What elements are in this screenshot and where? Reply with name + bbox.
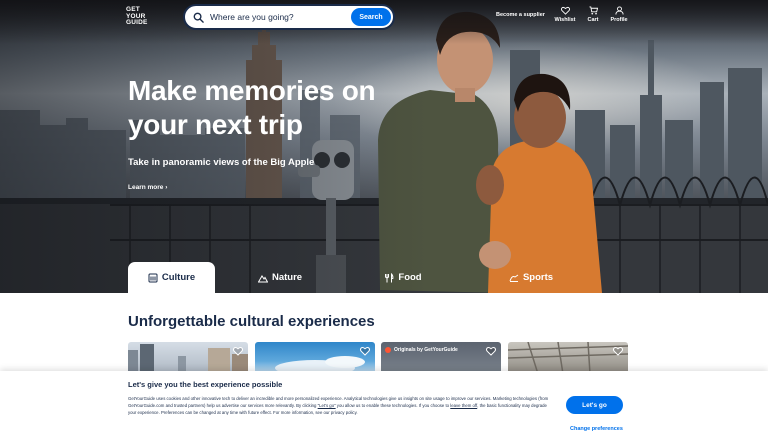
cart-icon — [588, 6, 598, 15]
nav-cart[interactable]: Cart — [580, 6, 606, 23]
lets-go-inline-link[interactable]: "Let's go" — [318, 403, 336, 408]
originals-badge: Originals by GetYourGuide — [385, 347, 458, 353]
mountain-icon — [257, 274, 268, 282]
nav-cart-label: Cart — [587, 17, 599, 23]
tab-food[interactable]: Food — [345, 262, 461, 293]
sports-icon — [509, 274, 519, 282]
experience-card[interactable] — [128, 342, 248, 374]
chevron-right-icon: › — [165, 184, 168, 191]
tab-culture[interactable]: Culture — [128, 262, 215, 293]
wishlist-heart-icon[interactable] — [486, 346, 496, 356]
search-bar: Search — [183, 4, 395, 30]
search-button[interactable]: Search — [351, 8, 391, 26]
wishlist-heart-icon[interactable] — [233, 346, 243, 356]
hero-banner — [0, 0, 768, 293]
nav-wishlist[interactable]: Wishlist — [552, 6, 578, 23]
learn-more-label: Learn more — [128, 184, 164, 191]
search-icon — [193, 12, 204, 23]
nav-profile[interactable]: Profile — [606, 6, 632, 23]
experience-card[interactable] — [255, 342, 375, 374]
heart-icon — [560, 6, 570, 15]
tab-nature-label: Nature — [271, 272, 303, 283]
brand-logo[interactable]: GET YOUR GUIDE — [126, 6, 154, 27]
originals-dot-icon — [385, 347, 391, 353]
tab-nature[interactable]: Nature — [215, 262, 345, 293]
hero-subline: Take in panoramic views of the Big Apple — [128, 157, 315, 168]
experience-card[interactable] — [508, 342, 628, 374]
become-supplier-link[interactable]: Become a supplier — [496, 12, 545, 18]
nav-wishlist-label: Wishlist — [554, 17, 576, 23]
logo-line: GUIDE — [126, 19, 148, 26]
cookie-text-part: you allow us to enable these technologie… — [335, 402, 451, 408]
wishlist-heart-icon[interactable] — [360, 346, 370, 356]
card-image — [508, 342, 628, 374]
search-input[interactable] — [210, 12, 350, 22]
cookie-text: GetYourGuide uses cookies and other inno… — [128, 396, 552, 416]
nav-profile-label: Profile — [610, 17, 628, 23]
category-tabs: Culture Nature Food Sports — [128, 262, 601, 293]
leave-off-link[interactable]: leave them off — [450, 403, 477, 408]
tab-sports[interactable]: Sports — [461, 262, 601, 293]
cookie-title: Let's give you the best experience possi… — [128, 380, 283, 389]
tab-food-label: Food — [398, 272, 422, 283]
cookie-banner: Let's give you the best experience possi… — [0, 371, 768, 432]
section-title: Unforgettable cultural experiences — [128, 313, 375, 330]
change-preferences-link[interactable]: Change preferences — [570, 426, 623, 432]
tab-sports-label: Sports — [522, 272, 554, 283]
wishlist-heart-icon[interactable] — [613, 346, 623, 356]
tab-culture-label: Culture — [161, 272, 196, 283]
experience-card[interactable]: Originals by GetYourGuide — [381, 342, 501, 374]
cutlery-icon — [385, 272, 394, 282]
hero-headline: Make memories on your next trip — [128, 75, 376, 140]
card-image — [128, 344, 248, 374]
museum-icon — [148, 273, 158, 282]
learn-more-link[interactable]: Learn more › — [128, 184, 167, 191]
card-image — [275, 356, 365, 374]
accept-cookies-button[interactable]: Let's go — [566, 396, 623, 414]
originals-badge-label: Originals by GetYourGuide — [394, 347, 458, 353]
profile-icon — [614, 6, 624, 15]
